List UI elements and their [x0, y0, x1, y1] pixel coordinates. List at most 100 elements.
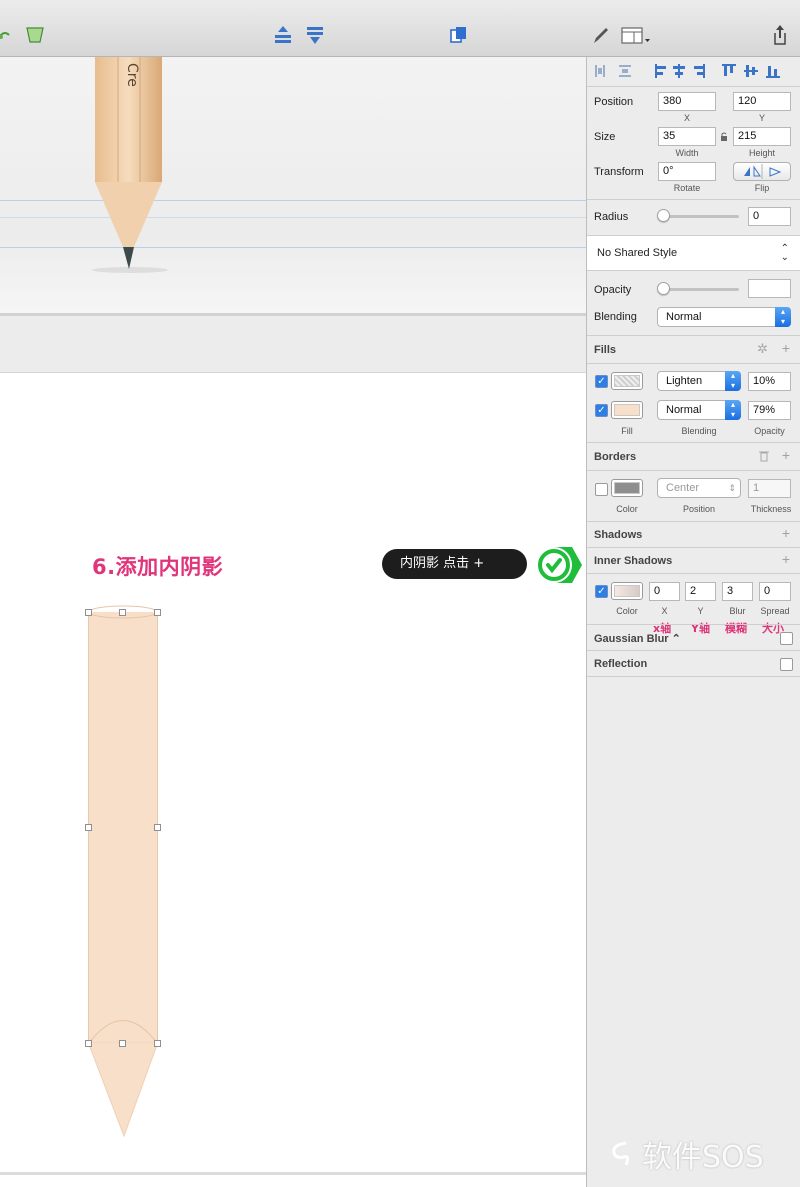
resize-handle[interactable] [119, 609, 126, 616]
inner-shadow-blur-field[interactable]: 3 [722, 582, 753, 601]
pen-icon[interactable] [590, 24, 612, 46]
fill-2-blending-select[interactable]: Normal ▴ ▾ [657, 400, 741, 420]
scissors-icon[interactable] [24, 24, 46, 46]
opacity-slider-track[interactable] [662, 288, 739, 291]
flip-caption: Flip [754, 183, 770, 193]
size-label: Size [594, 131, 616, 143]
fill-2-checkbox[interactable]: ✓ [595, 404, 608, 417]
gear-icon[interactable]: ✲ [757, 341, 768, 357]
watermark: 软件SOS [606, 1132, 764, 1176]
chevron-updown-icon: ▴ ▾ [725, 400, 741, 420]
opacity-field[interactable] [748, 279, 791, 298]
border-checkbox[interactable]: ✓ [595, 483, 608, 496]
fill-1-blending-value: Lighten [666, 375, 703, 387]
group-icon[interactable] [447, 24, 469, 46]
gaussian-blur-title[interactable]: Gaussian Blur ⌃ [594, 632, 681, 645]
radius-slider-knob[interactable] [657, 209, 670, 222]
shadows-title: Shadows [594, 529, 643, 541]
add-border-plus-icon[interactable]: + [782, 447, 790, 463]
width-field[interactable]: 35 [658, 127, 716, 146]
position-y-field[interactable]: 120 [733, 92, 791, 111]
inspector-panel: Position 380 120 X Y Size 35 215 Width H… [586, 57, 800, 1187]
chevron-updown-icon: ⇕ [728, 483, 736, 493]
resize-handle[interactable] [154, 1040, 161, 1047]
lock-icon[interactable] [720, 132, 728, 141]
separator [587, 470, 800, 471]
border-position-caption: Position [682, 504, 716, 514]
separator [587, 624, 800, 625]
height-field[interactable]: 215 [733, 127, 791, 146]
add-shadow-plus-icon[interactable]: + [782, 525, 790, 541]
view-icon[interactable] [620, 24, 652, 46]
inner-shadow-checkbox[interactable]: ✓ [595, 585, 608, 598]
watermark-text: 软件SOS [642, 1140, 764, 1175]
pencil-logo-text: Cre [124, 63, 140, 87]
resize-handle[interactable] [85, 609, 92, 616]
separator [587, 442, 800, 443]
reflection-checkbox[interactable]: ✓ [780, 658, 793, 671]
align-icons[interactable] [593, 63, 798, 79]
resize-handle[interactable] [85, 1040, 92, 1047]
border-position-select[interactable]: Center ⇕ [657, 478, 741, 498]
flip-control[interactable] [733, 162, 791, 181]
guide-line [0, 247, 586, 248]
artboard-edge [0, 1172, 586, 1175]
opacity-slider-knob[interactable] [657, 282, 670, 295]
fill-1-checkbox[interactable]: ✓ [595, 375, 608, 388]
height-caption: Height [748, 148, 775, 158]
pencil-tip-shape[interactable] [88, 1042, 158, 1137]
separator [587, 363, 800, 364]
gaussian-blur-checkbox[interactable]: ✓ [780, 632, 793, 645]
opacity-label: Opacity [594, 284, 632, 296]
shared-style-select[interactable]: No Shared Style ⌃ ⌄ [587, 236, 800, 270]
move-forward-icon[interactable] [272, 24, 294, 46]
fill-2-opacity-field[interactable]: 79% [748, 401, 791, 420]
fill-1-blending-select[interactable]: Lighten ▴ ▾ [657, 371, 741, 391]
move-backward-icon[interactable] [304, 24, 326, 46]
add-inner-shadow-plus-icon[interactable]: + [782, 551, 790, 567]
rotate-field[interactable]: 0° [658, 162, 716, 181]
inner-shadow-color-caption: Color [616, 606, 638, 616]
position-label: Position [594, 96, 634, 108]
canvas[interactable]: Cre 6.添加内阴影 内阴影 点击 + [0, 57, 586, 1187]
blending-value: Normal [666, 311, 702, 323]
inner-shadow-y-field[interactable]: 2 [685, 582, 716, 601]
radius-field[interactable]: 0 [748, 207, 791, 226]
resize-handle[interactable] [154, 824, 161, 831]
width-caption: Width [675, 148, 699, 158]
inner-shadow-swatch[interactable] [611, 582, 643, 600]
fill-2-swatch[interactable] [611, 401, 643, 419]
radius-slider-track[interactable] [662, 215, 739, 218]
separator [587, 521, 800, 522]
annotation-blur: 模糊 [725, 622, 747, 635]
trash-icon[interactable] [759, 450, 769, 462]
separator [587, 573, 800, 574]
inner-shadow-spread-caption: Spread [760, 606, 790, 616]
mask-icon[interactable] [0, 24, 14, 46]
guide-line [0, 217, 586, 218]
inner-shadow-blur-caption: Blur [729, 606, 746, 616]
fill-1-swatch[interactable] [611, 372, 643, 390]
fill-1-opacity-field[interactable]: 10% [748, 372, 791, 391]
export-icon[interactable] [769, 24, 791, 46]
inner-shadow-spread-field[interactable]: 0 [759, 582, 791, 601]
inner-shadow-x-field[interactable]: 0 [649, 582, 680, 601]
position-x-field[interactable]: 380 [658, 92, 716, 111]
transform-label: Transform [594, 166, 644, 178]
blending-select[interactable]: Normal ▴ ▾ [657, 307, 791, 327]
resize-handle[interactable] [85, 824, 92, 831]
selected-pencil-body[interactable] [88, 605, 158, 1044]
blending-label: Blending [594, 311, 637, 323]
rotate-caption: Rotate [673, 183, 701, 193]
fill-caption: Fill [621, 426, 633, 436]
chevron-updown-icon: ▴ ▾ [725, 371, 741, 391]
border-swatch[interactable] [611, 479, 643, 497]
border-color-caption: Color [616, 504, 638, 514]
resize-handle[interactable] [119, 1040, 126, 1047]
reflection-title: Reflection [594, 658, 648, 670]
resize-handle[interactable] [154, 609, 161, 616]
separator [587, 270, 800, 271]
shared-style-value: No Shared Style [597, 247, 678, 259]
add-fill-plus-icon[interactable]: + [782, 340, 790, 356]
border-thickness-field[interactable]: 1 [748, 479, 791, 498]
